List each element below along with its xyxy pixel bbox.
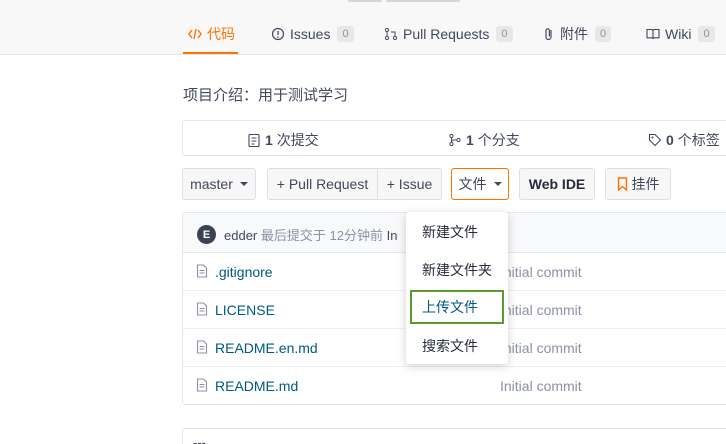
chevron-down-icon	[239, 182, 248, 186]
new-pull-request-button[interactable]: + Pull Request	[268, 169, 377, 199]
active-tab-indicator	[183, 52, 238, 54]
file-commit-message[interactable]: Initial commit	[500, 302, 582, 318]
commit-author[interactable]: edder	[224, 228, 257, 243]
file-icon	[196, 302, 208, 319]
branches-count: 1	[466, 132, 474, 148]
commit-icon	[247, 133, 261, 148]
avatar[interactable]: E	[197, 225, 216, 244]
tab-pull-requests[interactable]: Pull Requests 0	[384, 23, 513, 45]
tab-wiki[interactable]: Wiki 0	[646, 23, 715, 45]
tab-attachments[interactable]: 附件 0	[543, 23, 612, 45]
tags-label: 个标签	[677, 132, 720, 148]
pin-button[interactable]: 挂件	[605, 168, 671, 200]
tab-issues[interactable]: Issues 0	[271, 23, 354, 45]
commits-stat[interactable]: 1 次提交	[247, 130, 319, 150]
file-name-link[interactable]: README.md	[215, 378, 298, 394]
commit-meta: 最后提交于 12分钟前	[260, 228, 383, 243]
branch-name: master	[190, 176, 233, 192]
readme-text: ---	[193, 435, 206, 444]
branches-label: 个分支	[477, 132, 520, 148]
latest-commit-info: edder 最后提交于 12分钟前 In	[224, 225, 397, 244]
create-button-group: + Pull Request + Issue	[267, 168, 442, 200]
commit-message[interactable]: In	[387, 228, 398, 243]
tab-label: Pull Requests	[403, 26, 490, 42]
file-menu-button[interactable]: 文件	[451, 168, 509, 200]
file-name-link[interactable]: README.en.md	[215, 340, 318, 356]
issue-icon	[271, 27, 285, 41]
file-name-link[interactable]: LICENSE	[215, 302, 275, 318]
repo-stats-bar: 1 次提交 1 个分支 0 个标签	[182, 120, 726, 156]
commits-label: 次提交	[276, 132, 319, 148]
branch-select[interactable]: master	[182, 168, 256, 200]
tags-count: 0	[666, 132, 674, 148]
pull-request-icon	[384, 27, 398, 41]
file-icon	[196, 264, 208, 281]
file-menu-label: 文件	[458, 176, 487, 192]
pin-label: 挂件	[631, 176, 660, 192]
file-commit-message[interactable]: Initial commit	[500, 340, 582, 356]
tag-icon	[648, 133, 662, 147]
file-name-link[interactable]: .gitignore	[215, 264, 273, 280]
tab-label: Wiki	[665, 26, 692, 42]
menu-item-search-file[interactable]: 搜索文件	[410, 329, 504, 363]
file-commit-message[interactable]: Initial commit	[500, 378, 582, 394]
bookmark-icon	[617, 177, 628, 191]
file-icon	[196, 378, 208, 395]
tab-label: 附件	[560, 26, 588, 42]
project-description: 项目介绍：用于测试学习	[183, 87, 349, 104]
code-icon	[188, 27, 202, 41]
file-icon	[196, 340, 208, 357]
table-row[interactable]: README.md Initial commit	[183, 367, 726, 405]
new-issue-button[interactable]: + Issue	[377, 169, 441, 199]
web-ide-button[interactable]: Web IDE	[519, 168, 595, 200]
repo-tab-bar: 代码 Issues 0 Pull Requests 0 附件 0 Wiki 0	[0, 0, 726, 55]
tab-bar-stub	[386, 0, 460, 2]
wiki-icon	[646, 28, 660, 40]
branch-icon	[448, 133, 462, 147]
tab-code[interactable]: 代码	[188, 23, 235, 45]
tab-label: 代码	[207, 26, 235, 42]
chevron-down-icon	[493, 182, 502, 186]
tags-stat[interactable]: 0 个标签	[648, 130, 720, 150]
count-badge: 0	[496, 26, 513, 42]
tab-bar-stub	[348, 0, 382, 2]
file-commit-message[interactable]: Initial commit	[500, 264, 582, 280]
menu-item-new-file[interactable]: 新建文件	[410, 215, 504, 249]
branches-stat[interactable]: 1 个分支	[448, 130, 520, 150]
readme-preview: ---	[182, 428, 726, 444]
count-badge: 0	[337, 26, 354, 42]
menu-item-upload-file[interactable]: 上传文件	[410, 290, 504, 324]
file-dropdown-menu: 新建文件 新建文件夹 上传文件 搜索文件	[406, 212, 508, 364]
menu-item-new-folder[interactable]: 新建文件夹	[410, 253, 504, 287]
attachment-icon	[543, 27, 555, 41]
count-badge: 0	[595, 26, 612, 42]
tab-label: Issues	[290, 26, 331, 42]
count-badge: 0	[698, 26, 715, 42]
commits-count: 1	[265, 132, 273, 148]
